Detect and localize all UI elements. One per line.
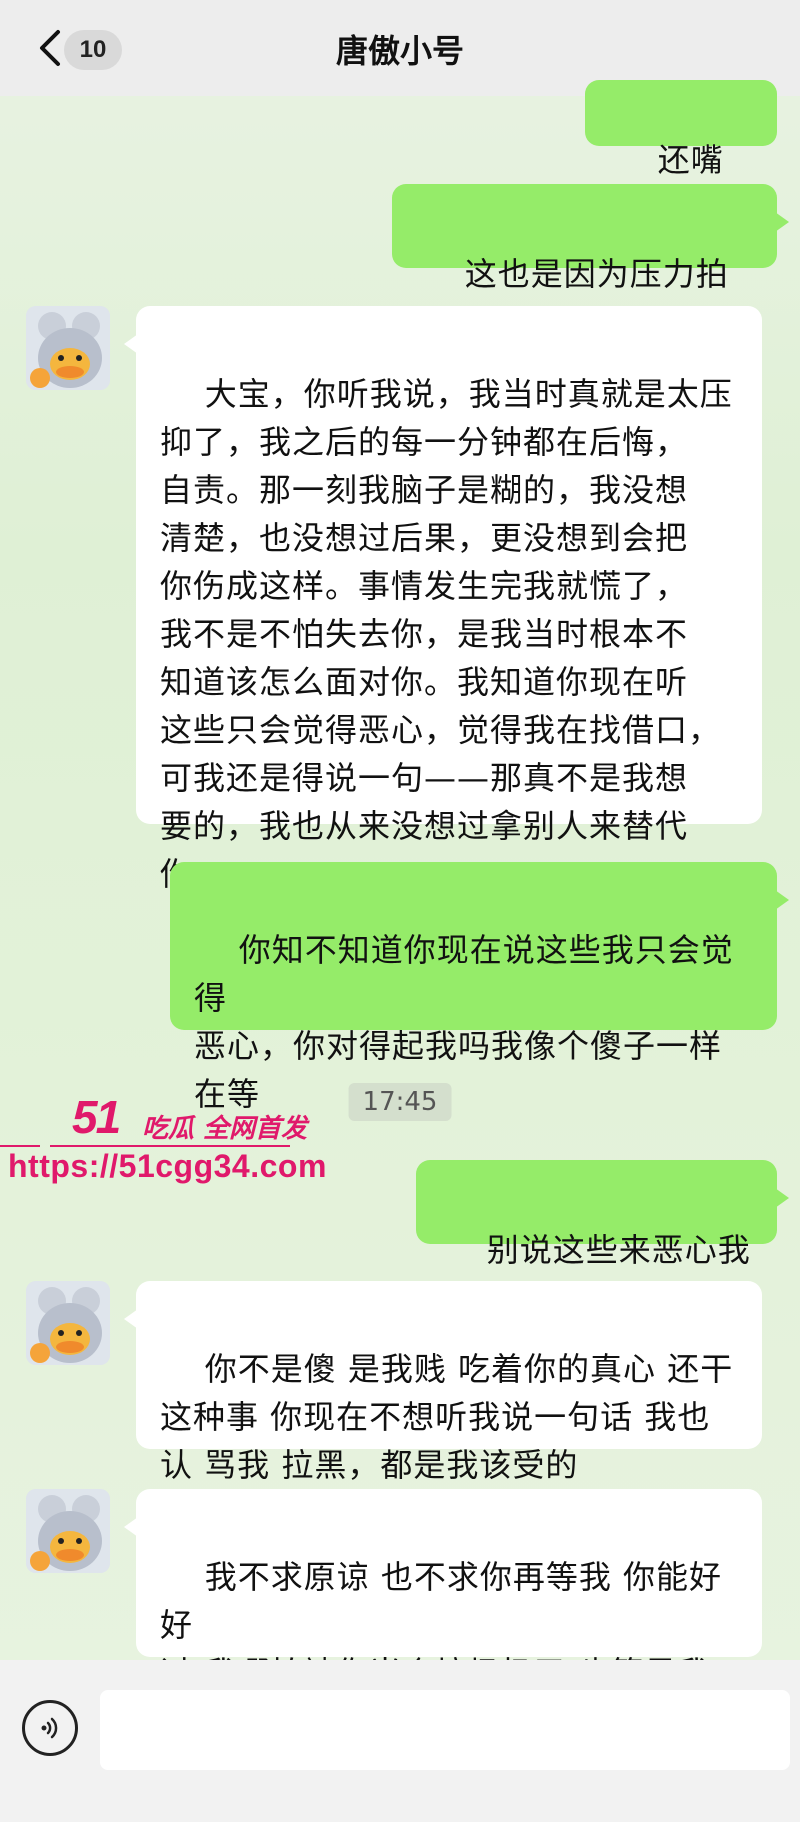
contact-avatar[interactable] (26, 1281, 110, 1365)
message-incoming[interactable]: 你不是傻 是我贱 吃着你的真心 还干 这种事 你现在不想听我说一句话 我也 认 … (124, 1281, 762, 1484)
duck-avatar (26, 306, 110, 390)
message-timestamp: 17:45 (348, 1083, 452, 1121)
watermark-url: https://51cgg34.com (8, 1148, 327, 1184)
chat-messages[interactable]: 还嘴硬吗 这也是因为压力拍的? 大宝，你听我说，我当时真就是太压 抑了，我之后的… (0, 80, 800, 1740)
voice-icon (41, 1717, 58, 1739)
message-incoming[interactable]: 我不求原谅 也不求你再等我 你能好好 过 我哪怕被你当个垃圾扔了 也算是我 该付… (124, 1489, 762, 1740)
duck-avatar (26, 1281, 110, 1365)
message-text: 你知不知道你现在说这些我只会觉得 恶心，你对得起我吗我像个傻子一样 在等 (194, 931, 734, 1113)
message-outgoing[interactable]: 你知不知道你现在说这些我只会觉得 恶心，你对得起我吗我像个傻子一样 在等 (170, 862, 789, 1113)
input-bar (0, 1660, 800, 1822)
duck-avatar (26, 1489, 110, 1573)
watermark: 51 吃瓜 全网首发 https://51cgg34.com (0, 1090, 326, 1200)
watermark-brand: 51 (72, 1091, 121, 1143)
message-outgoing[interactable]: 还嘴硬吗 (585, 80, 777, 227)
voice-button[interactable] (22, 1700, 78, 1756)
watermark-tagline: 吃瓜 全网首发 (142, 1114, 308, 1144)
message-outgoing[interactable]: 这也是因为压力拍的? (392, 184, 789, 341)
message-text: 大宝，你听我说，我当时真就是太压 抑了，我之后的每一分钟都在后悔， 自责。那一刻… (160, 375, 733, 893)
message-input[interactable] (100, 1690, 790, 1770)
contact-avatar[interactable] (26, 1489, 110, 1573)
contact-avatar[interactable] (26, 306, 110, 390)
message-incoming[interactable]: 大宝，你听我说，我当时真就是太压 抑了，我之后的每一分钟都在后悔， 自责。那一刻… (124, 306, 762, 893)
message-outgoing[interactable]: 别说这些来恶心我了 (416, 1160, 789, 1317)
chat-title: 唐傲小号 (335, 32, 464, 70)
message-text: 你不是傻 是我贱 吃着你的真心 还干 这种事 你现在不想听我说一句话 我也 认 … (160, 1350, 734, 1484)
